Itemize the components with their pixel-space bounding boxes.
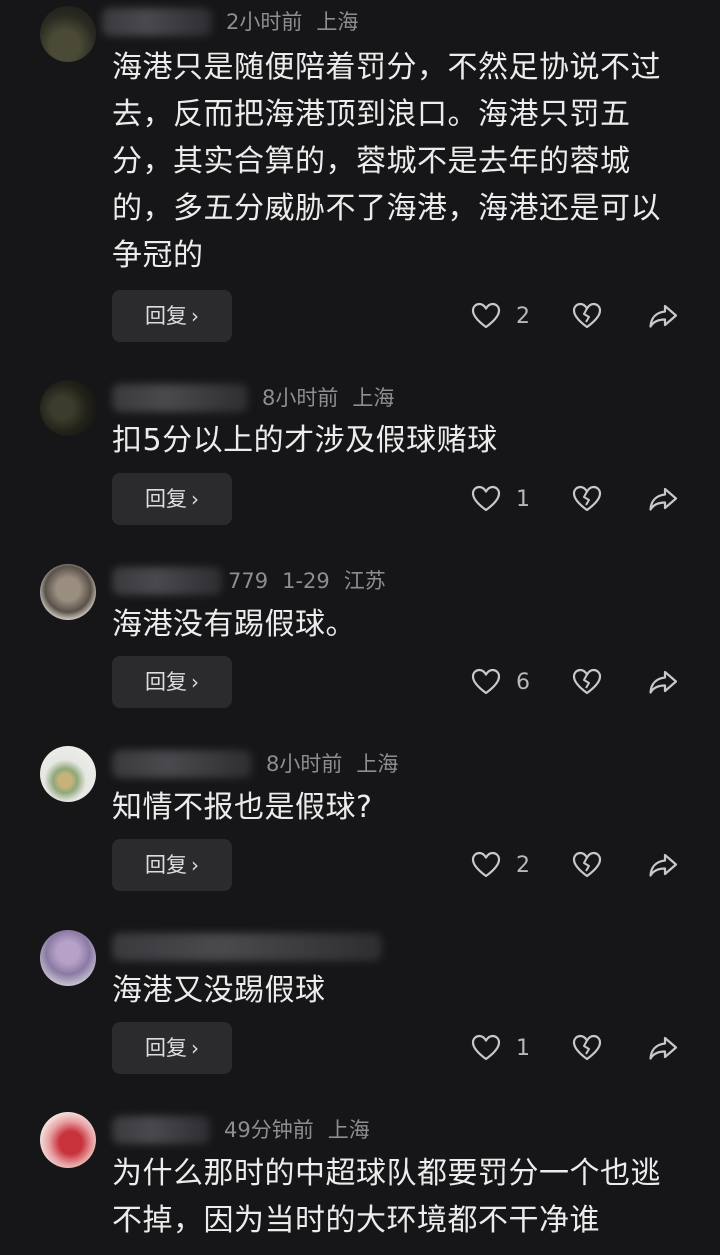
chevron-right-icon: › bbox=[191, 670, 199, 694]
like-button[interactable]: 2 bbox=[470, 300, 530, 332]
heart-icon bbox=[471, 851, 501, 878]
heart-icon bbox=[471, 485, 501, 512]
like-button[interactable]: 6 bbox=[470, 666, 530, 698]
comment-actions: 回复 › 2 bbox=[112, 290, 692, 342]
comment-actions: 回复 › 1 bbox=[112, 473, 692, 525]
reply-button[interactable]: 回复 › bbox=[112, 473, 232, 525]
reply-label: 回复 bbox=[145, 853, 187, 877]
avatar[interactable] bbox=[40, 564, 96, 620]
username-blurred[interactable] bbox=[112, 933, 382, 961]
comment-meta-suffix: 779 bbox=[228, 569, 269, 593]
comment-location: 上海 bbox=[356, 752, 399, 776]
avatar[interactable] bbox=[40, 746, 96, 802]
reply-label: 回复 bbox=[145, 1036, 187, 1060]
broken-heart-icon[interactable] bbox=[570, 1032, 604, 1064]
reply-label: 回复 bbox=[145, 487, 187, 511]
like-count: 6 bbox=[516, 669, 530, 695]
comment-actions: 回复 › 2 bbox=[112, 839, 692, 891]
like-count: 1 bbox=[516, 1035, 530, 1061]
username-blurred[interactable] bbox=[112, 1116, 210, 1144]
share-arrow-icon[interactable] bbox=[646, 1032, 680, 1064]
reply-button[interactable]: 回复 › bbox=[112, 839, 232, 891]
username-blurred[interactable] bbox=[102, 8, 212, 36]
comment-location: 上海 bbox=[316, 10, 359, 34]
broken-heart-icon[interactable] bbox=[570, 300, 604, 332]
chevron-right-icon: › bbox=[191, 487, 199, 511]
like-count: 2 bbox=[516, 303, 530, 329]
username-blurred[interactable] bbox=[112, 567, 222, 595]
heart-icon bbox=[471, 1034, 501, 1061]
avatar[interactable] bbox=[40, 6, 96, 62]
reply-label: 回复 bbox=[145, 670, 187, 694]
avatar[interactable] bbox=[40, 1112, 96, 1168]
share-arrow-icon[interactable] bbox=[646, 666, 680, 698]
heart-icon bbox=[471, 302, 501, 329]
share-arrow-icon[interactable] bbox=[646, 483, 680, 515]
like-count: 1 bbox=[516, 486, 530, 512]
comment-location: 上海 bbox=[352, 386, 395, 410]
reply-button[interactable]: 回复 › bbox=[112, 290, 232, 342]
comment-text: 海港没有踢假球。 bbox=[112, 607, 356, 642]
username-blurred[interactable] bbox=[112, 750, 252, 778]
broken-heart-icon[interactable] bbox=[570, 483, 604, 515]
comment-text: 海港又没踢假球 bbox=[112, 973, 326, 1008]
chevron-right-icon: › bbox=[191, 304, 199, 328]
comment-meta: 2小时前 上海 bbox=[102, 8, 359, 36]
comment-meta: 779 1-29 江苏 bbox=[112, 567, 386, 595]
comment-meta: 49分钟前 上海 bbox=[112, 1116, 370, 1144]
comment-meta: 8小时前 上海 bbox=[112, 750, 398, 778]
reply-button[interactable]: 回复 › bbox=[112, 1022, 232, 1074]
comment-actions: 回复 › 6 bbox=[112, 656, 692, 708]
comment-location: 上海 bbox=[327, 1118, 370, 1142]
reply-label: 回复 bbox=[145, 304, 187, 328]
avatar[interactable] bbox=[40, 930, 96, 986]
comment-text: 为什么那时的中超球队都要罚分一个也逃不掉，因为当时的大环境都不干净谁 bbox=[112, 1156, 661, 1238]
comment-time: 1-29 bbox=[282, 569, 330, 593]
comment-text: 海港只是随便陪着罚分，不然足协说不过去，反而把海港顶到浪口。海港只罚五分，其实合… bbox=[112, 50, 661, 273]
share-arrow-icon[interactable] bbox=[646, 300, 680, 332]
reply-button[interactable]: 回复 › bbox=[112, 656, 232, 708]
avatar[interactable] bbox=[40, 380, 96, 436]
like-count: 2 bbox=[516, 852, 530, 878]
comment-location: 江苏 bbox=[343, 569, 386, 593]
like-button[interactable]: 1 bbox=[470, 1032, 530, 1064]
like-button[interactable]: 1 bbox=[470, 483, 530, 515]
username-blurred[interactable] bbox=[112, 384, 248, 412]
comment-text: 扣5分以上的才涉及假球赌球 bbox=[112, 423, 498, 458]
chevron-right-icon: › bbox=[191, 853, 199, 877]
like-button[interactable]: 2 bbox=[470, 849, 530, 881]
broken-heart-icon[interactable] bbox=[570, 666, 604, 698]
comment-text: 知情不报也是假球? bbox=[112, 790, 373, 825]
broken-heart-icon[interactable] bbox=[570, 849, 604, 881]
comment-time: 49分钟前 bbox=[224, 1118, 314, 1142]
comment-actions: 回复 › 1 bbox=[112, 1022, 692, 1074]
comment-meta bbox=[112, 933, 396, 961]
comment-time: 2小时前 bbox=[226, 10, 303, 34]
comment-time: 8小时前 bbox=[262, 386, 339, 410]
comment-meta: 8小时前 上海 bbox=[112, 384, 394, 412]
heart-icon bbox=[471, 668, 501, 695]
share-arrow-icon[interactable] bbox=[646, 849, 680, 881]
chevron-right-icon: › bbox=[191, 1036, 199, 1060]
comment-time: 8小时前 bbox=[266, 752, 343, 776]
